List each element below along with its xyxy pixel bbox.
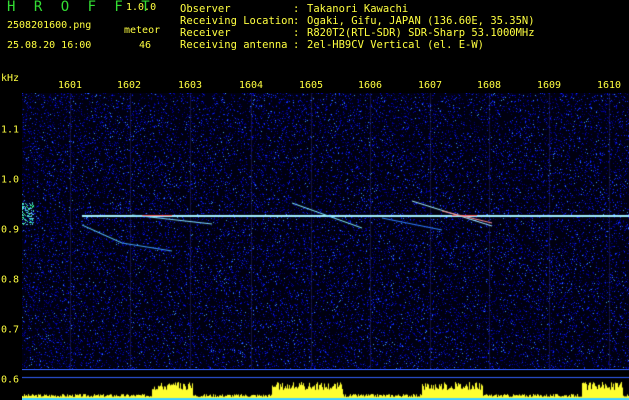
info-row-location: Receiving Location: Ogaki, Gifu, JAPAN (1… bbox=[180, 15, 535, 27]
info-value: Ogaki, Gifu, JAPAN (136.60E, 35.35N) bbox=[307, 15, 535, 27]
x-tick-label: 1605 bbox=[298, 80, 324, 91]
info-key: Receiving Location bbox=[180, 15, 294, 27]
x-tick-label: 1602 bbox=[116, 80, 142, 91]
x-tick-label: 1601 bbox=[57, 80, 83, 91]
y-tick-label: 0.8 bbox=[1, 274, 20, 286]
y-tick-label: 0.7 bbox=[1, 324, 20, 336]
x-tick-label: 1610 bbox=[596, 80, 622, 91]
x-tick-label: 1608 bbox=[476, 80, 502, 91]
x-tick-label: 1604 bbox=[238, 80, 264, 91]
y-tick-label: 1.0 bbox=[1, 174, 20, 186]
meteor-count: 46 bbox=[139, 40, 152, 51]
x-tick-label: 1609 bbox=[536, 80, 562, 91]
y-axis-unit: kHz bbox=[1, 73, 20, 84]
info-row-antenna: Receiving antenna:2el-HB9CV Vertical (el… bbox=[180, 39, 484, 51]
spectrogram-canvas bbox=[22, 93, 629, 369]
info-value: 2el-HB9CV Vertical (el. E-W) bbox=[307, 39, 485, 51]
x-tick-label: 1603 bbox=[177, 80, 203, 91]
x-tick-label: 1607 bbox=[417, 80, 443, 91]
y-tick-label: 1.1 bbox=[1, 124, 20, 136]
info-key: Receiving antenna bbox=[180, 39, 288, 51]
app-version: 1.0.0 bbox=[126, 2, 157, 13]
file-name: 2508201600.png bbox=[7, 20, 92, 31]
info-separator: : bbox=[293, 15, 300, 27]
info-separator: : bbox=[293, 3, 300, 15]
y-tick-label: 0.6 bbox=[1, 374, 20, 386]
signal-level-bar bbox=[22, 369, 629, 400]
meteor-label: meteor bbox=[124, 25, 161, 36]
x-tick-label: 1606 bbox=[357, 80, 383, 91]
info-key: Receiver bbox=[180, 27, 231, 39]
info-separator: : bbox=[293, 39, 300, 51]
info-separator: : bbox=[293, 27, 300, 39]
info-row-receiver: Receiver: R820T2(RTL-SDR) SDR-Sharp 53.10… bbox=[180, 27, 535, 39]
info-value: R820T2(RTL-SDR) SDR-Sharp 53.1000MHz bbox=[307, 27, 535, 39]
date-time: 25.08.20 16:00 bbox=[7, 40, 92, 51]
info-row-observer: Observer: Takanori Kawachi bbox=[180, 3, 408, 15]
info-key: Observer bbox=[180, 3, 231, 15]
info-value: Takanori Kawachi bbox=[307, 3, 409, 15]
y-tick-label: 0.9 bbox=[1, 224, 20, 236]
